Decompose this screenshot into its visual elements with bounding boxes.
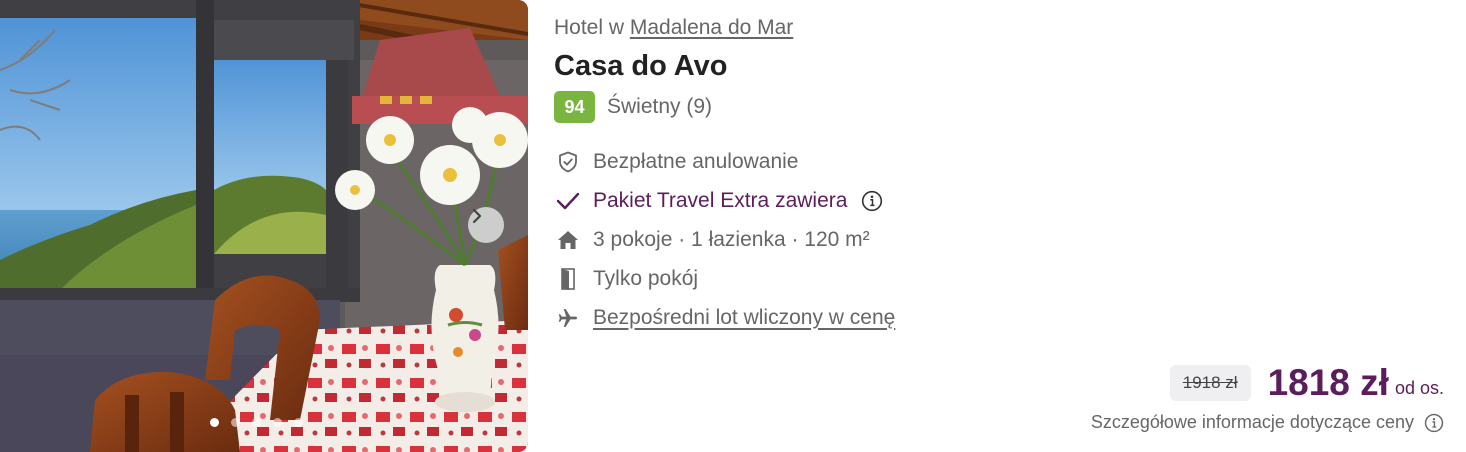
price-row: 1918 zł 1818 zł od os. [1169,362,1444,404]
feature-rooms: 3 pokoje · 1 łazienka · 120 m² [554,221,895,260]
hotel-subtitle: Hotel w Madalena do Mar [554,16,793,40]
rating-text[interactable]: Świetny (9) [607,95,712,119]
rating-score-badge: 94 [554,91,595,123]
feature-label: 3 pokoje · 1 łazienka · 120 m² [593,227,870,251]
price-details-link[interactable]: Szczegółowe informacje dotyczące ceny [1091,412,1444,433]
gallery-next-button[interactable] [468,207,504,243]
chevron-right-icon [472,208,482,224]
feature-flight-included: Bezpośredni lot wliczony w cenę [554,298,895,337]
gallery-dot[interactable] [210,418,219,427]
feature-label: Bezpłatne anulowanie [593,150,799,174]
feature-free-cancellation: Bezpłatne anulowanie [554,143,895,182]
current-price: 1818 zł [1267,362,1389,403]
feature-label: Tylko pokój [593,266,699,290]
hotel-name[interactable]: Casa do Avo [554,50,728,83]
hotel-info: Hotel w Madalena do Mar Casa do Avo 94 Ś… [554,0,1466,452]
hotel-photo[interactable] [0,0,528,452]
hotel-card[interactable]: Hotel w Madalena do Mar Casa do Avo 94 Ś… [0,0,1466,452]
shield-check-icon [554,149,581,176]
gallery-dot[interactable] [231,418,240,427]
price-details-label: Szczegółowe informacje dotyczące ceny [1090,412,1414,432]
house-icon [554,226,581,253]
hotel-type-label: Hotel w [554,16,625,39]
gallery-dots [210,418,303,427]
airplane-icon [554,304,581,331]
feature-list: Bezpłatne anulowanie Pakiet Travel Extra… [554,143,895,337]
gallery-dot[interactable] [294,418,303,427]
checkmark-icon [554,188,581,215]
location-link[interactable]: Madalena do Mar [630,16,793,39]
rating: 94 Świetny (9) [554,91,712,123]
feature-room-only: Tylko pokój [554,259,895,298]
info-icon[interactable] [1424,413,1444,433]
info-icon[interactable] [861,190,883,212]
feature-label: Pakiet Travel Extra zawiera [593,189,848,213]
door-icon [554,265,581,292]
gallery-dot[interactable] [252,418,261,427]
price-per-person-label: od os. [1394,377,1444,398]
flight-included-link[interactable]: Bezpośredni lot wliczony w cenę [593,306,895,330]
feature-travel-extra: Pakiet Travel Extra zawiera [554,182,895,221]
gallery-dot[interactable] [273,418,282,427]
hotel-photo-image [0,0,528,452]
old-price: 1918 zł [1169,365,1251,401]
